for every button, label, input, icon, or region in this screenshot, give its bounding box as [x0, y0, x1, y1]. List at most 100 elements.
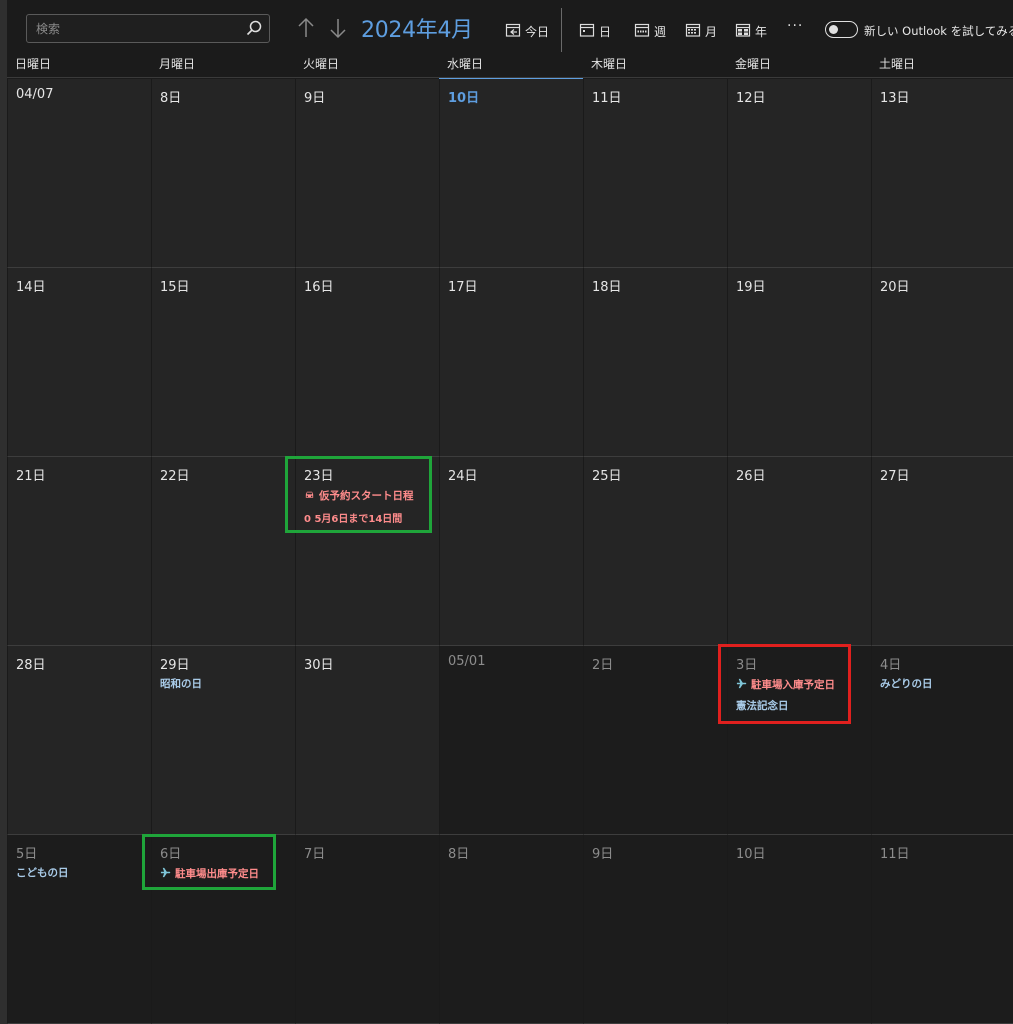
car-icon: [304, 489, 315, 503]
day-cell[interactable]: 29日 昭和の日: [151, 646, 295, 835]
day-cell[interactable]: 22日: [151, 457, 295, 646]
day-number: 04/07: [16, 87, 54, 102]
holiday-label[interactable]: みどりの日: [880, 676, 933, 691]
day-number: 05/01: [448, 654, 486, 669]
day-cell[interactable]: 04/07: [7, 79, 151, 268]
day-view-icon: [579, 22, 595, 41]
day-number: 20日: [880, 280, 910, 295]
day-number: 12日: [736, 91, 766, 106]
day-number: 23日: [304, 469, 334, 484]
day-number: 18日: [592, 280, 622, 295]
search-input[interactable]: [27, 15, 237, 42]
day-cell[interactable]: 21日: [7, 457, 151, 646]
day-number: 29日: [160, 658, 190, 673]
day-cell[interactable]: 19日: [727, 268, 871, 457]
day-cell[interactable]: 5日 こどもの日: [7, 835, 151, 1024]
day-number: 2日: [592, 658, 614, 673]
day-cell[interactable]: 8日: [439, 835, 583, 1024]
day-cell[interactable]: 10日: [727, 835, 871, 1024]
day-cell[interactable]: 17日: [439, 268, 583, 457]
day-number: 28日: [16, 658, 46, 673]
day-number: 6日: [160, 847, 182, 862]
day-number: 9日: [592, 847, 614, 862]
day-cell[interactable]: 11日: [871, 835, 1013, 1024]
weekday-wednesday: 水曜日: [447, 57, 484, 71]
day-cell[interactable]: 25日: [583, 457, 727, 646]
day-number: 25日: [592, 469, 622, 484]
parking-entry-event[interactable]: 駐車場入庫予定日: [736, 677, 835, 692]
day-cell[interactable]: 4日 みどりの日: [871, 646, 1013, 835]
reservation-start-event[interactable]: 仮予約スタート日程: [304, 488, 414, 503]
event-title: 駐車場入庫予定日: [751, 679, 835, 691]
toolbar: 2024年4月 今日 日 週 月 年 ··· 新しい Outlook を試して: [7, 0, 1013, 56]
day-cell[interactable]: 14日: [7, 268, 151, 457]
day-cell[interactable]: 23日 仮予約スタート日程 0 5月6日まで14日間: [295, 457, 439, 646]
day-cell[interactable]: 13日: [871, 79, 1013, 268]
week-view-button[interactable]: 週: [634, 20, 666, 42]
day-cell[interactable]: 3日 駐車場入庫予定日 憲法記念日: [727, 646, 871, 835]
day-number: 8日: [448, 847, 470, 862]
weekday-header: 日曜日 月曜日 火曜日 水曜日 木曜日 金曜日 土曜日: [7, 56, 1013, 81]
holiday-label[interactable]: 昭和の日: [160, 676, 202, 691]
day-number: 9日: [304, 91, 326, 106]
day-cell[interactable]: 05/01: [439, 646, 583, 835]
window-left-edge: [0, 0, 7, 1024]
weekday-friday: 金曜日: [735, 57, 772, 71]
day-cell[interactable]: 16日: [295, 268, 439, 457]
year-view-label: 年: [755, 24, 768, 39]
search-box[interactable]: [26, 14, 270, 43]
day-number: 17日: [448, 280, 478, 295]
month-title[interactable]: 2024年4月: [361, 12, 473, 44]
day-number: 30日: [304, 658, 334, 673]
day-cell[interactable]: 30日: [295, 646, 439, 835]
event-title: 駐車場出庫予定日: [175, 868, 259, 880]
day-cell-today[interactable]: 10日: [439, 79, 583, 268]
week-view-icon: [634, 22, 650, 41]
parking-exit-event[interactable]: 駐車場出庫予定日: [160, 866, 259, 881]
holiday-label[interactable]: 憲法記念日: [736, 698, 789, 713]
day-cell[interactable]: 20日: [871, 268, 1013, 457]
day-number: 4日: [880, 658, 902, 673]
day-cell[interactable]: 8日: [151, 79, 295, 268]
day-cell[interactable]: 11日: [583, 79, 727, 268]
more-options-button[interactable]: ···: [787, 18, 803, 34]
day-number: 8日: [160, 91, 182, 106]
week-view-label: 週: [654, 24, 667, 39]
toolbar-divider: [561, 8, 562, 52]
day-number: 26日: [736, 469, 766, 484]
day-cell[interactable]: 6日 駐車場出庫予定日: [151, 835, 295, 1024]
weekday-saturday: 土曜日: [879, 57, 916, 71]
year-view-button[interactable]: 年: [735, 20, 767, 42]
day-cell[interactable]: 24日: [439, 457, 583, 646]
day-cell[interactable]: 2日: [583, 646, 727, 835]
day-number: 10日: [448, 91, 480, 106]
new-outlook-toggle[interactable]: [825, 21, 858, 38]
day-view-button[interactable]: 日: [579, 20, 611, 42]
weekday-sunday: 日曜日: [15, 57, 52, 71]
day-cell[interactable]: 28日: [7, 646, 151, 835]
previous-month-arrow-icon[interactable]: [295, 16, 317, 40]
day-number: 15日: [160, 280, 190, 295]
weekday-monday: 月曜日: [159, 57, 196, 71]
day-number: 21日: [16, 469, 46, 484]
day-number: 27日: [880, 469, 910, 484]
day-cell[interactable]: 27日: [871, 457, 1013, 646]
weekday-tuesday: 火曜日: [303, 57, 340, 71]
day-cell[interactable]: 26日: [727, 457, 871, 646]
day-cell[interactable]: 15日: [151, 268, 295, 457]
today-button[interactable]: 今日: [505, 20, 549, 42]
day-number: 11日: [880, 847, 910, 862]
next-month-arrow-icon[interactable]: [327, 16, 349, 40]
day-cell[interactable]: 9日: [295, 79, 439, 268]
airplane-icon: [736, 678, 747, 692]
holiday-label[interactable]: こどもの日: [16, 865, 69, 880]
new-outlook-toggle-label: 新しい Outlook を試してみる: [864, 24, 1013, 38]
day-cell[interactable]: 18日: [583, 268, 727, 457]
month-view-button[interactable]: 月: [685, 20, 717, 42]
search-icon[interactable]: [245, 19, 263, 37]
day-cell[interactable]: 7日: [295, 835, 439, 1024]
day-cell[interactable]: 12日: [727, 79, 871, 268]
day-cell[interactable]: 9日: [583, 835, 727, 1024]
event-subtitle: 0 5月6日まで14日間: [304, 514, 403, 525]
day-number: 24日: [448, 469, 478, 484]
